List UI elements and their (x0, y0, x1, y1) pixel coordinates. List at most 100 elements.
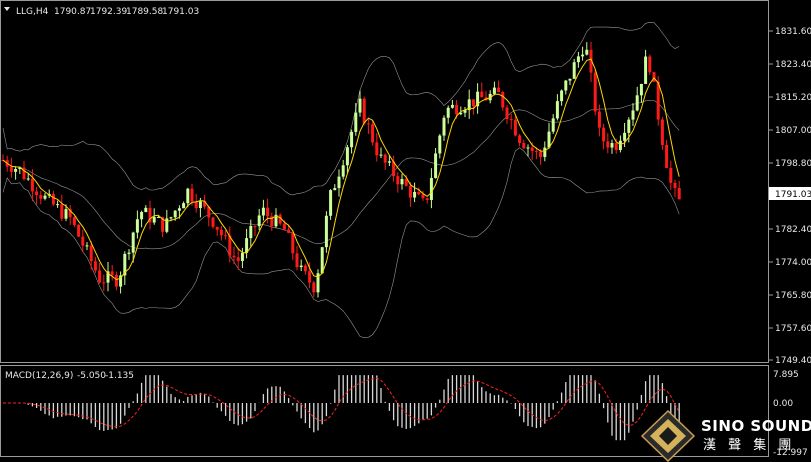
bull-candle (450, 104, 454, 108)
bear-candle (417, 191, 421, 195)
price-candles (1, 41, 681, 298)
bull-candle (350, 131, 354, 148)
bollinger-bands (2, 21, 680, 339)
bull-candle (568, 78, 572, 81)
bull-candle (631, 110, 635, 120)
moving-average-line (2, 58, 680, 281)
bull-candle (555, 101, 559, 119)
bear-candle (497, 87, 501, 93)
bear-candle (396, 176, 400, 185)
bull-candle (261, 207, 265, 216)
price-tick: 1807.00 (775, 126, 811, 136)
bear-candle (505, 107, 509, 120)
bull-candle (182, 203, 186, 209)
bull-candle (144, 207, 148, 213)
bear-candle (518, 135, 522, 143)
bear-candle (522, 142, 526, 149)
bear-candle (312, 282, 316, 293)
price-tick: 1823.40 (775, 60, 811, 70)
bear-candle (60, 204, 64, 219)
macd-signal-value: -1.135 (105, 371, 134, 381)
bull-candle (547, 131, 551, 148)
bear-candle (219, 229, 223, 236)
bear-candle (308, 271, 312, 283)
bear-candle (114, 274, 118, 287)
bear-candle (366, 123, 370, 125)
bear-candle (673, 182, 677, 188)
bear-candle (93, 261, 97, 271)
bear-candle (480, 91, 484, 98)
bull-candle (26, 178, 30, 180)
bull-candle (198, 201, 202, 209)
open-value: 1790.87 (54, 7, 91, 17)
bear-candle (215, 226, 219, 230)
moving-average (2, 58, 680, 281)
bear-candle (51, 193, 55, 205)
bear-candle (232, 255, 236, 258)
price-tick: 1757.60 (775, 324, 811, 334)
bull-candle (585, 49, 589, 55)
bear-candle (291, 232, 295, 254)
bear-candle (669, 167, 673, 183)
bull-candle (434, 153, 438, 179)
bull-candle (644, 56, 648, 84)
bear-candle (30, 178, 34, 192)
bear-candle (534, 150, 538, 152)
bollinger-lower (2, 147, 680, 339)
bear-candle (9, 166, 13, 172)
bull-candle (186, 188, 190, 204)
triangle-down-icon[interactable] (4, 7, 10, 11)
bull-candle (446, 107, 450, 118)
bull-candle (43, 195, 47, 199)
bull-candle (627, 119, 631, 133)
bear-candle (652, 72, 656, 82)
bull-candle (169, 217, 173, 219)
bull-candle (64, 209, 68, 219)
high-value: 1792.39 (90, 7, 127, 17)
macd-tick: 0.00 (773, 399, 793, 409)
bull-candle (564, 80, 568, 91)
svg-text:1791.03: 1791.03 (775, 190, 811, 200)
bull-candle (354, 112, 358, 132)
bull-candle (438, 135, 442, 154)
bear-candle (35, 191, 39, 196)
low-value: 1789.58 (126, 7, 163, 17)
bull-candle (245, 238, 249, 253)
bear-candle (501, 92, 505, 108)
bear-candle (408, 185, 412, 198)
macd-tick: 7.895 (773, 370, 799, 380)
bull-candle (240, 252, 244, 261)
bull-candle (333, 188, 337, 191)
price-tick: 1765.80 (775, 291, 811, 301)
price-tick: 1798.80 (775, 159, 811, 169)
bollinger-middle (2, 100, 680, 250)
bear-candle (425, 198, 429, 200)
logo-chinese: 漢 聲 集 團 (703, 437, 795, 453)
bear-candle (190, 188, 194, 202)
bear-candle (614, 143, 618, 151)
bull-candle (140, 212, 144, 220)
bear-candle (509, 119, 513, 121)
symbol-label: LLG,H4 (16, 7, 49, 17)
bull-candle (177, 208, 181, 211)
bull-candle (131, 232, 135, 253)
bull-candle (173, 210, 177, 218)
bear-candle (282, 223, 286, 230)
bull-candle (379, 154, 383, 156)
bear-candle (383, 154, 387, 163)
bear-candle (81, 236, 85, 246)
bear-candle (72, 217, 76, 225)
price-tick: 1831.60 (775, 27, 811, 37)
bull-candle (429, 178, 433, 200)
bear-candle (98, 270, 102, 283)
bull-candle (560, 90, 564, 102)
bear-candle (303, 265, 307, 272)
bull-candle (341, 165, 345, 177)
bull-candle (299, 265, 303, 268)
price-tick: 1749.40 (775, 356, 811, 366)
bear-candle (530, 147, 534, 151)
bull-candle (610, 143, 614, 148)
bull-candle (526, 147, 530, 149)
bear-candle (253, 226, 257, 228)
bull-candle (576, 56, 580, 63)
